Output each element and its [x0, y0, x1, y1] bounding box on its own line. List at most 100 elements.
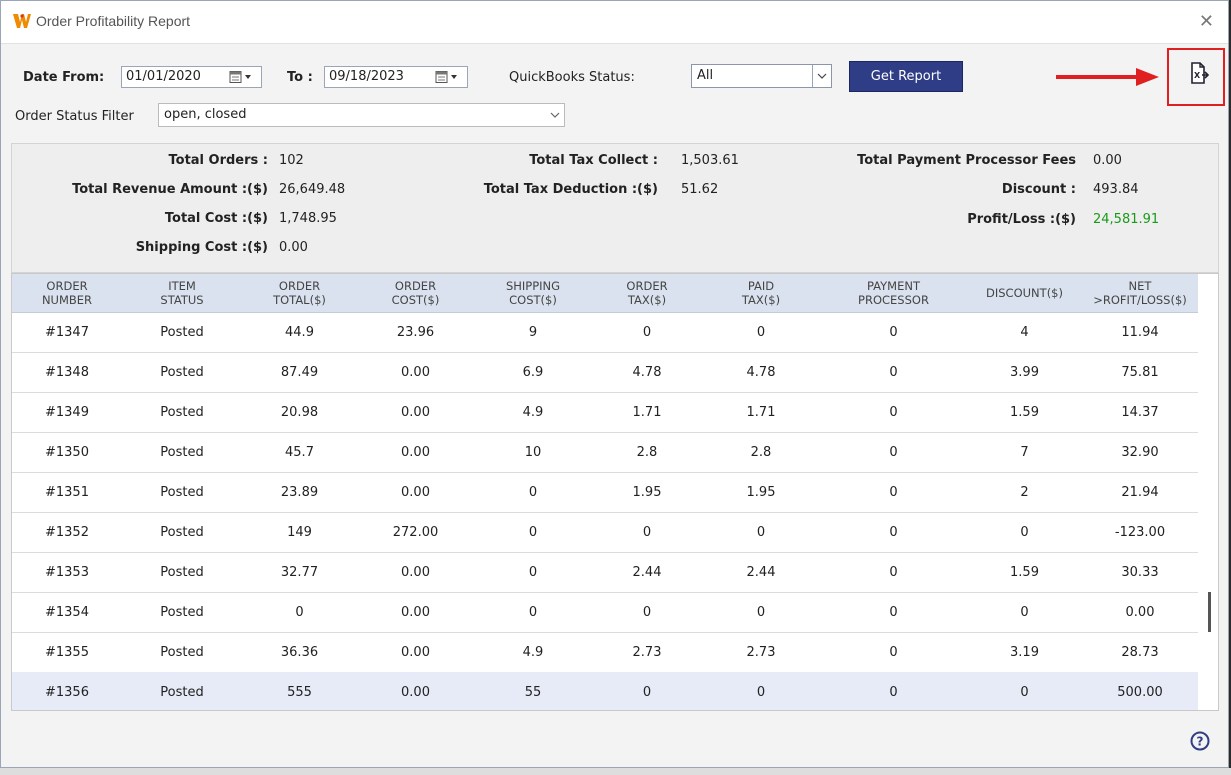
- discount-value: 493.84: [1093, 182, 1139, 197]
- column-header[interactable]: SHIPPING COST($): [474, 274, 592, 312]
- table-cell: 0.00: [401, 644, 430, 660]
- column-header[interactable]: DISCOUNT($): [967, 274, 1082, 312]
- table-row[interactable]: #1350 Posted 45.7 0.00 10 2.8 2.8 0 7 32.90: [12, 432, 1198, 473]
- get-report-button[interactable]: Get Report: [849, 61, 963, 92]
- table-cell: 4.9: [522, 644, 544, 660]
- table-row[interactable]: #1352 Posted 149 272.00 0 0 0 0 0 -123.00: [12, 512, 1198, 553]
- table-cell: #1355: [45, 644, 89, 660]
- table-cell: 0.00: [401, 484, 430, 500]
- date-from-value: 01/01/2020: [126, 69, 201, 84]
- quickbooks-status-value: All: [697, 68, 714, 83]
- background-strip: [0, 768, 1231, 775]
- table-cell: 4.9: [522, 404, 544, 420]
- scrollbar-thumb[interactable]: [1208, 592, 1211, 632]
- column-header[interactable]: ORDER TOTAL($): [242, 274, 357, 312]
- order-status-value: open, closed: [164, 107, 247, 122]
- table-cell: 0: [642, 324, 652, 340]
- total-orders-value: 102: [279, 153, 304, 168]
- table-cell: 4.78: [632, 364, 662, 380]
- table-row[interactable]: #1353 Posted 32.77 0.00 0 2.44 2.44 0 1.59 30.33: [12, 552, 1198, 593]
- table-row[interactable]: #1354 Posted 0 0.00 0 0 0 0 0 0.00: [12, 592, 1198, 633]
- table-cell: Posted: [160, 524, 204, 540]
- tax-collect-label: Total Tax Collect :: [529, 153, 658, 168]
- chevron-down-icon[interactable]: [812, 65, 831, 87]
- table-cell: 0.00: [401, 364, 430, 380]
- table-cell: Posted: [160, 604, 204, 620]
- table-cell: 0: [528, 524, 538, 540]
- chevron-down-icon[interactable]: [546, 104, 564, 126]
- table-cell: 0.00: [401, 684, 430, 700]
- table-cell: 0: [528, 564, 538, 580]
- calendar-dropdown-icon[interactable]: [229, 67, 259, 87]
- table-cell: 555: [287, 684, 312, 700]
- close-icon[interactable]: ✕: [1199, 11, 1214, 32]
- table-row[interactable]: #1355 Posted 36.36 0.00 4.9 2.73 2.73 0 3.19 28.7…: [12, 632, 1198, 673]
- table-cell: 0: [889, 684, 898, 700]
- vertical-scrollbar[interactable]: [1198, 274, 1218, 710]
- help-icon[interactable]: ?: [1190, 731, 1210, 755]
- table-cell: 0: [889, 404, 898, 420]
- table-cell: 4.78: [746, 364, 776, 380]
- table-cell: 0.00: [1125, 604, 1155, 620]
- column-header[interactable]: ORDER NUMBER: [12, 274, 122, 312]
- date-to-label: To :: [287, 70, 313, 85]
- column-header[interactable]: PAYMENT PROCESSOR: [820, 274, 967, 312]
- column-header[interactable]: PAID TAX($): [702, 274, 820, 312]
- table-cell: 36.36: [280, 644, 319, 660]
- table-cell: 0: [1020, 684, 1029, 700]
- table-cell: 500.00: [1117, 684, 1163, 700]
- summary-panel: Total Orders : 102 Total Revenue Amount …: [11, 143, 1219, 273]
- table-cell: 23.89: [280, 484, 319, 500]
- svg-text:X: X: [1194, 71, 1201, 80]
- column-header[interactable]: NET >ROFIT/LOSS($): [1082, 274, 1198, 312]
- table-cell: 2.8: [750, 444, 772, 460]
- table-cell: 0.00: [401, 604, 430, 620]
- report-window: Order Profitability Report ✕ Date From: …: [0, 0, 1229, 768]
- table-cell: 0: [756, 524, 766, 540]
- table-cell: 0.00: [401, 564, 430, 580]
- table-cell: Posted: [160, 364, 204, 380]
- table-row[interactable]: #1356 Posted 555 0.00 55 0 0 0 0 500.00: [12, 672, 1198, 710]
- table-cell: 1.95: [746, 484, 776, 500]
- tax-deduction-label: Total Tax Deduction :($): [483, 182, 658, 197]
- total-cost-label: Total Cost :($): [164, 211, 268, 226]
- date-from-field[interactable]: 01/01/2020: [121, 66, 262, 88]
- table-row[interactable]: #1351 Posted 23.89 0.00 0 1.95 1.95 0 2 21.94: [12, 472, 1198, 513]
- export-excel-icon[interactable]: X: [1189, 62, 1210, 88]
- table-cell: 0: [528, 604, 538, 620]
- table-cell: Posted: [160, 684, 204, 700]
- table-cell: 55: [524, 684, 542, 700]
- order-status-select[interactable]: open, closed: [158, 103, 565, 127]
- table-header: ORDER NUMBER ITEM STATUS ORDER TOTAL($) ORD…: [12, 274, 1198, 313]
- total-revenue-value: 26,649.48: [279, 182, 346, 197]
- calendar-dropdown-icon[interactable]: [435, 67, 465, 87]
- app-logo-icon: [13, 13, 31, 32]
- window-title: Order Profitability Report: [36, 13, 191, 29]
- tax-deduction-value: 51.62: [681, 182, 719, 197]
- quickbooks-status-select[interactable]: All: [691, 64, 832, 88]
- table-cell: 45.7: [285, 444, 314, 460]
- column-header[interactable]: ORDER COST($): [357, 274, 474, 312]
- table-cell: 14.37: [1121, 404, 1159, 420]
- svg-text:?: ?: [1197, 735, 1204, 749]
- total-cost-value: 1,748.95: [279, 211, 337, 226]
- table-cell: 0: [1020, 524, 1029, 540]
- table-cell: 272.00: [392, 524, 439, 540]
- processor-fees-label: Total Payment Processor Fees: [857, 153, 1076, 168]
- table-cell: 32.90: [1121, 444, 1159, 460]
- orders-table: ORDER NUMBER ITEM STATUS ORDER TOTAL($) ORD…: [11, 273, 1219, 711]
- table-cell: 1.71: [746, 404, 776, 420]
- table-row[interactable]: #1349 Posted 20.98 0.00 4.9 1.71 1.71 0 1.59 14.3…: [12, 392, 1198, 433]
- table-cell: 149: [287, 524, 312, 540]
- column-header[interactable]: ITEM STATUS: [122, 274, 242, 312]
- table-cell: 0.00: [401, 404, 430, 420]
- table-cell: 0: [889, 364, 898, 380]
- table-cell: 3.99: [1010, 364, 1039, 380]
- table-row[interactable]: #1348 Posted 87.49 0.00 6.9 4.78 4.78 0 3.99 75.8…: [12, 352, 1198, 393]
- column-header[interactable]: ORDER TAX($): [592, 274, 702, 312]
- profit-loss-value: 24,581.91: [1093, 212, 1160, 227]
- table-cell: Posted: [160, 404, 204, 420]
- table-cell: 0: [642, 524, 652, 540]
- date-to-field[interactable]: 09/18/2023: [324, 66, 468, 88]
- table-row[interactable]: #1347 Posted 44.9 23.96 9 0 0 0 4 11.94: [12, 312, 1198, 353]
